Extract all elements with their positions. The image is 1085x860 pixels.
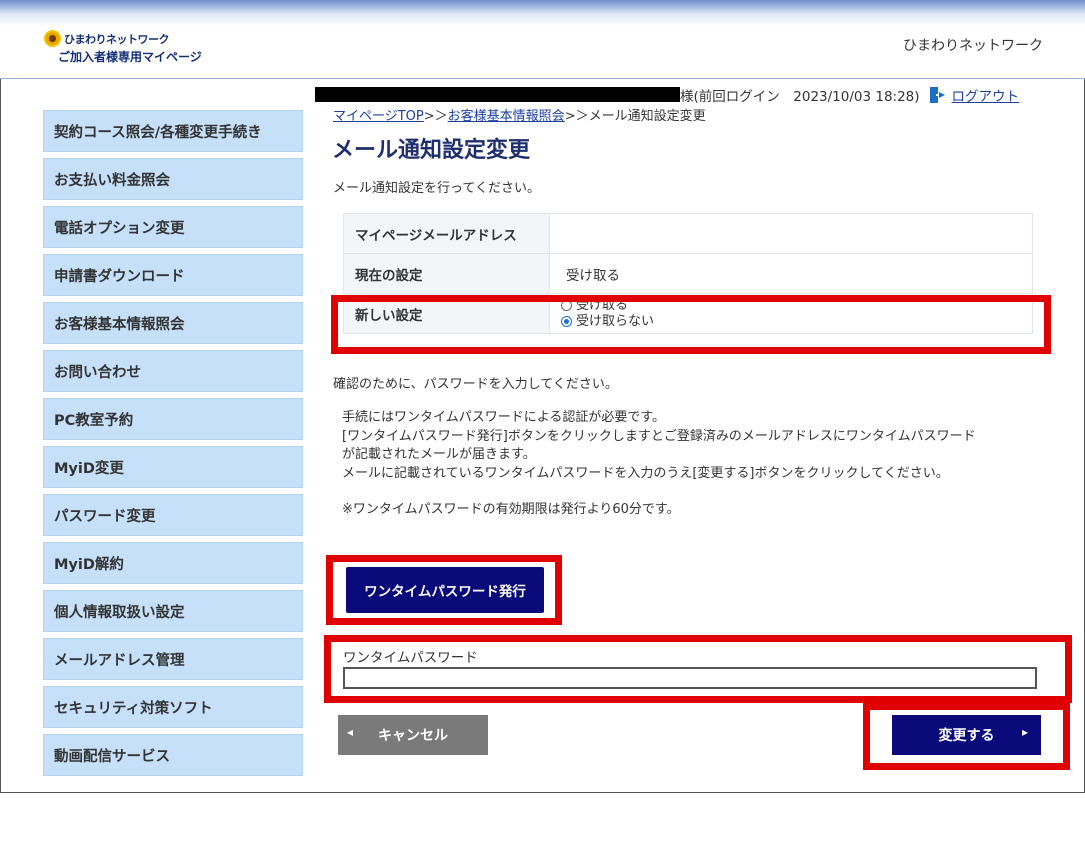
user-status-line: 様(前回ログイン 2023/10/03 18:28) ログアウト (315, 85, 1045, 105)
otp-notes: 手続にはワンタイムパスワードによる認証が必要です。 [ワンタイムパスワード発行]… (342, 409, 1042, 520)
note-expiry: ※ワンタイムパスワードの有効期限は発行より60分です。 (342, 502, 680, 517)
breadcrumb-current: メール通知設定変更 (588, 109, 706, 124)
note-line: 手続にはワンタイムパスワードによる認証が必要です。 (342, 410, 666, 425)
note-line: が記載されたメールが届きます。 (342, 447, 536, 462)
current-setting-value: 受け取る (549, 253, 1033, 294)
chevron-left-icon: ◂ (347, 725, 354, 739)
sunflower-icon (44, 30, 61, 47)
note-line: [ワンタイムパスワード発行]ボタンをクリックしますとご登録済みのメールアドレスに… (342, 428, 976, 444)
breadcrumb: マイページTOP>＞お客様基本情報照会>＞メール通知設定変更 (333, 105, 706, 124)
breadcrumb-separator: >＞ (423, 109, 448, 124)
breadcrumb-separator: >＞ (564, 109, 589, 124)
sidebar-item-security-software[interactable]: セキュリティ対策ソフト (43, 686, 303, 728)
issue-otp-button[interactable]: ワンタイムパスワード発行 (346, 567, 544, 613)
site-name: ひまわりネットワーク (903, 38, 1043, 54)
otp-input[interactable] (343, 667, 1037, 689)
password-instruction: 確認のために、パスワードを入力してください。 (333, 377, 618, 392)
logo-subtitle: ご加入者様専用マイページ (58, 50, 202, 64)
sidebar-item-myid-change[interactable]: MyiD変更 (43, 446, 303, 488)
sidebar-item-password[interactable]: パスワード変更 (43, 494, 303, 536)
header: ひまわりネットワーク ご加入者様専用マイページ ひまわりネットワーク (0, 0, 1085, 79)
sidebar-item-phone-option[interactable]: 電話オプション変更 (43, 206, 303, 248)
logout-icon[interactable] (929, 86, 948, 103)
cancel-button[interactable]: ◂ キャンセル (338, 715, 488, 755)
mail-address-label: マイページメールアドレス (343, 213, 550, 254)
sidebar-item-customer-info[interactable]: お客様基本情報照会 (43, 302, 303, 344)
chevron-right-icon: ▸ (1021, 725, 1028, 739)
sidebar-item-mail-address[interactable]: メールアドレス管理 (43, 638, 303, 680)
sidebar-item-video[interactable]: 動画配信サービス (43, 734, 303, 776)
sidebar-item-pc-class[interactable]: PC教室予約 (43, 398, 303, 440)
breadcrumb-mypage-top[interactable]: マイページTOP (333, 109, 424, 124)
submit-change-button[interactable]: 変更する ▸ (892, 715, 1041, 755)
cancel-button-label: キャンセル (378, 728, 448, 744)
current-setting-label: 現在の設定 (343, 253, 550, 294)
table-row: マイページメールアドレス (343, 213, 1033, 254)
page-intro: メール通知設定を行ってください。 (333, 181, 540, 196)
sidebar-item-billing[interactable]: お支払い料金照会 (43, 158, 303, 200)
site-logo[interactable]: ひまわりネットワーク ご加入者様専用マイページ (44, 30, 202, 65)
sidebar-item-contact[interactable]: お問い合わせ (43, 350, 303, 392)
table-row: 現在の設定 受け取る (343, 253, 1033, 294)
sidebar-nav: 契約コース照会/各種変更手続き お支払い料金照会 電話オプション変更 申請書ダウ… (43, 110, 303, 782)
submit-button-label: 変更する (938, 728, 995, 744)
logo-brand: ひまわりネットワーク (64, 32, 170, 46)
logout-link[interactable]: ログアウト (952, 85, 1020, 105)
note-line: メールに記載されているワンタイムパスワードを入力のうえ[変更する]ボタンをクリッ… (342, 465, 949, 481)
otp-field-label: ワンタイムパスワード (343, 650, 478, 666)
page-title: メール通知設定変更 (332, 138, 531, 163)
highlight-new-setting (331, 295, 1051, 354)
sidebar-item-myid-cancel[interactable]: MyiD解約 (43, 542, 303, 584)
sidebar-item-download[interactable]: 申請書ダウンロード (43, 254, 303, 296)
mail-address-value (549, 213, 1033, 254)
sidebar-item-privacy[interactable]: 個人情報取扱い設定 (43, 590, 303, 632)
last-login: 様(前回ログイン 2023/10/03 18:28) (680, 88, 920, 105)
sidebar-item-contract[interactable]: 契約コース照会/各種変更手続き (43, 110, 303, 152)
breadcrumb-customer-info[interactable]: お客様基本情報照会 (448, 109, 565, 124)
redacted-username (315, 87, 680, 102)
